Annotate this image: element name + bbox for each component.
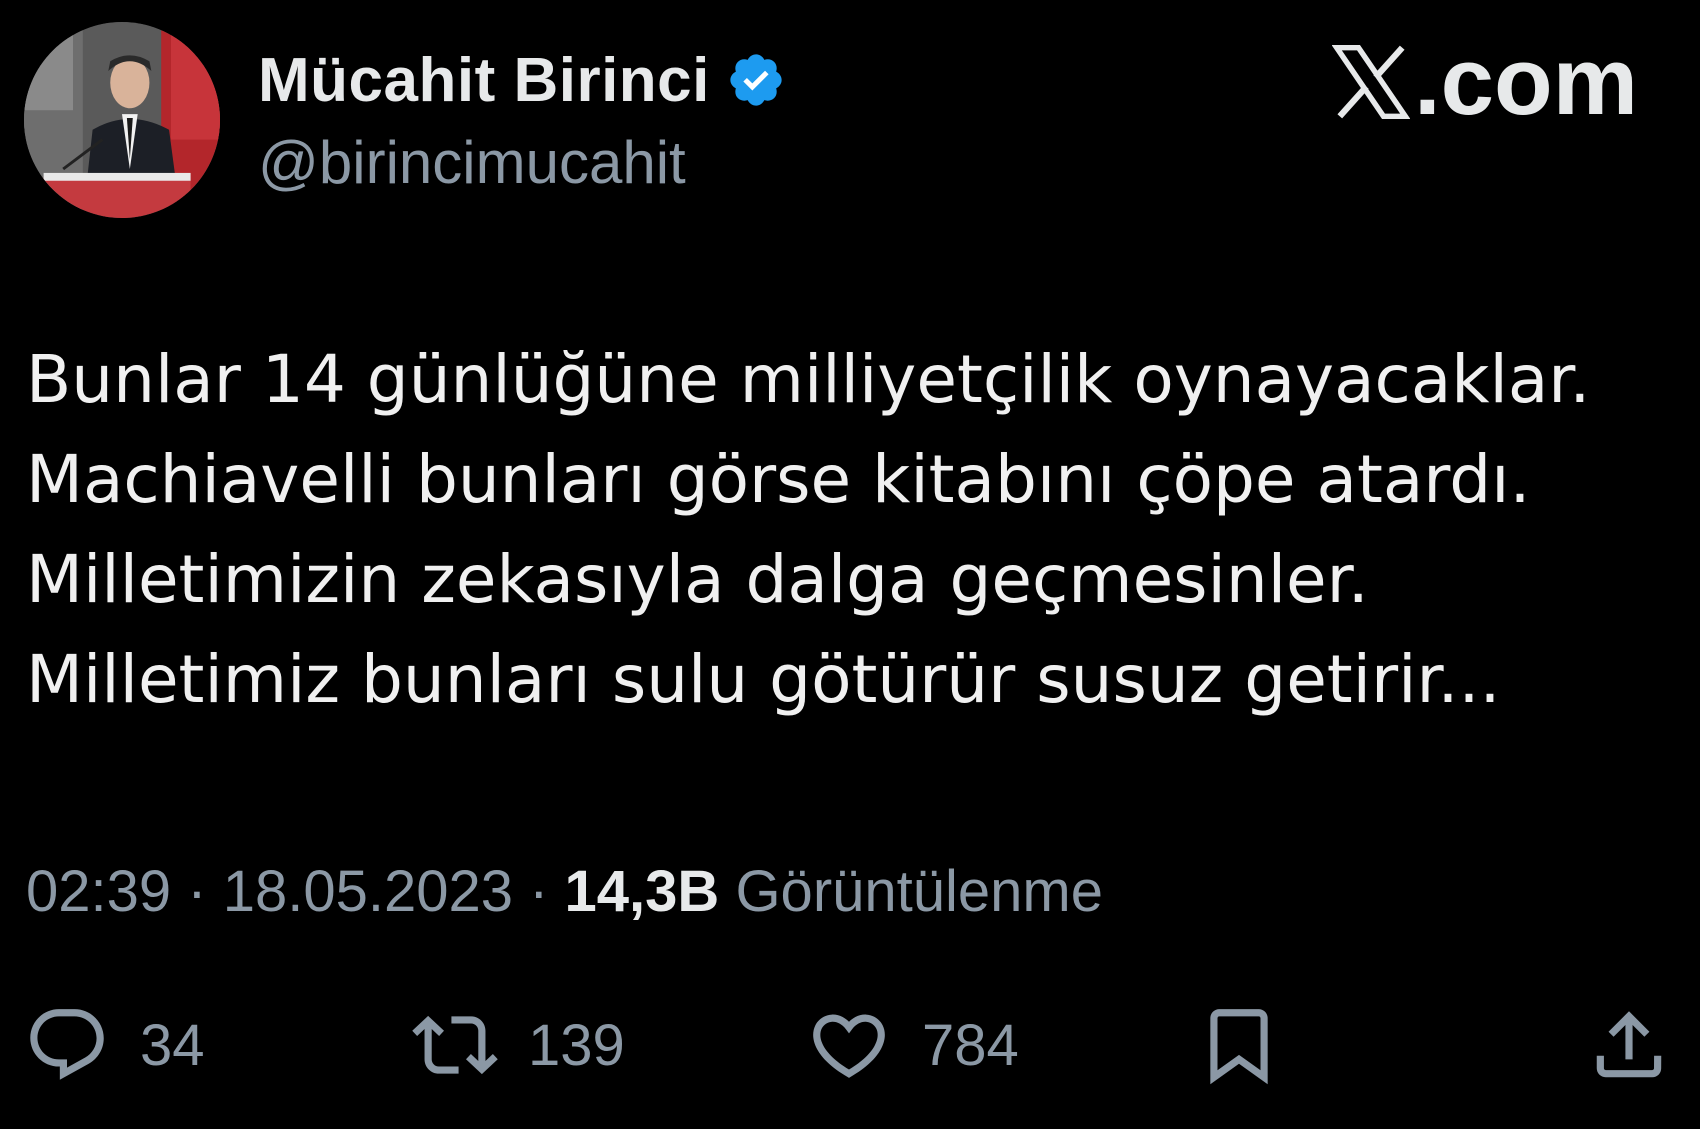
brand-logo: .com: [1331, 28, 1638, 135]
views-count[interactable]: 14,3B: [565, 859, 720, 924]
action-bar: 34 139 784: [0, 990, 1700, 1100]
reply-icon: [30, 1009, 104, 1080]
meta-separator: ·: [171, 859, 223, 924]
tweet-line: Milletimizin zekasıyla dalga geçmesinler…: [26, 541, 1369, 618]
tweet-meta: 02:39 · 18.05.2023 · 14,3B Görüntülenme: [26, 858, 1103, 925]
tweet-text: Bunlar 14 günlüğüne milliyetçilik oynaya…: [26, 330, 1676, 730]
reply-count: 34: [140, 1012, 205, 1078]
bookmark-button[interactable]: [1196, 990, 1282, 1100]
share-icon: [1596, 1011, 1662, 1078]
reply-button[interactable]: 34: [24, 990, 205, 1100]
like-count: 784: [922, 1012, 1019, 1078]
like-button[interactable]: 784: [806, 990, 1019, 1100]
tweet-time[interactable]: 02:39: [26, 859, 171, 924]
brand-domain: .com: [1413, 28, 1638, 135]
verified-badge-icon: [730, 54, 782, 106]
share-button[interactable]: [1586, 990, 1672, 1100]
tweet-line: Milletimiz bunları sulu götürür susuz ge…: [26, 641, 1501, 718]
tweet-date[interactable]: 18.05.2023: [223, 859, 513, 924]
avatar-photo: [24, 22, 220, 218]
author-name-row[interactable]: Mücahit Birinci: [258, 44, 786, 116]
meta-separator: ·: [513, 859, 565, 924]
retweet-icon: [412, 1015, 498, 1075]
tweet-line: Machiavelli bunları görse kitabını çöpe …: [26, 441, 1531, 518]
heart-icon: [813, 1014, 885, 1078]
avatar[interactable]: [24, 22, 220, 218]
bookmark-icon: [1210, 1009, 1268, 1085]
views-label: Görüntülenme: [719, 859, 1103, 924]
author-handle[interactable]: @birincimucahit: [258, 128, 686, 197]
author-display-name[interactable]: Mücahit Birinci: [258, 45, 710, 116]
tweet-line: Bunlar 14 günlüğüne milliyetçilik oynaya…: [26, 341, 1591, 418]
retweet-count: 139: [528, 1012, 625, 1078]
retweet-button[interactable]: 139: [412, 990, 625, 1100]
x-logo-icon: [1331, 42, 1410, 122]
